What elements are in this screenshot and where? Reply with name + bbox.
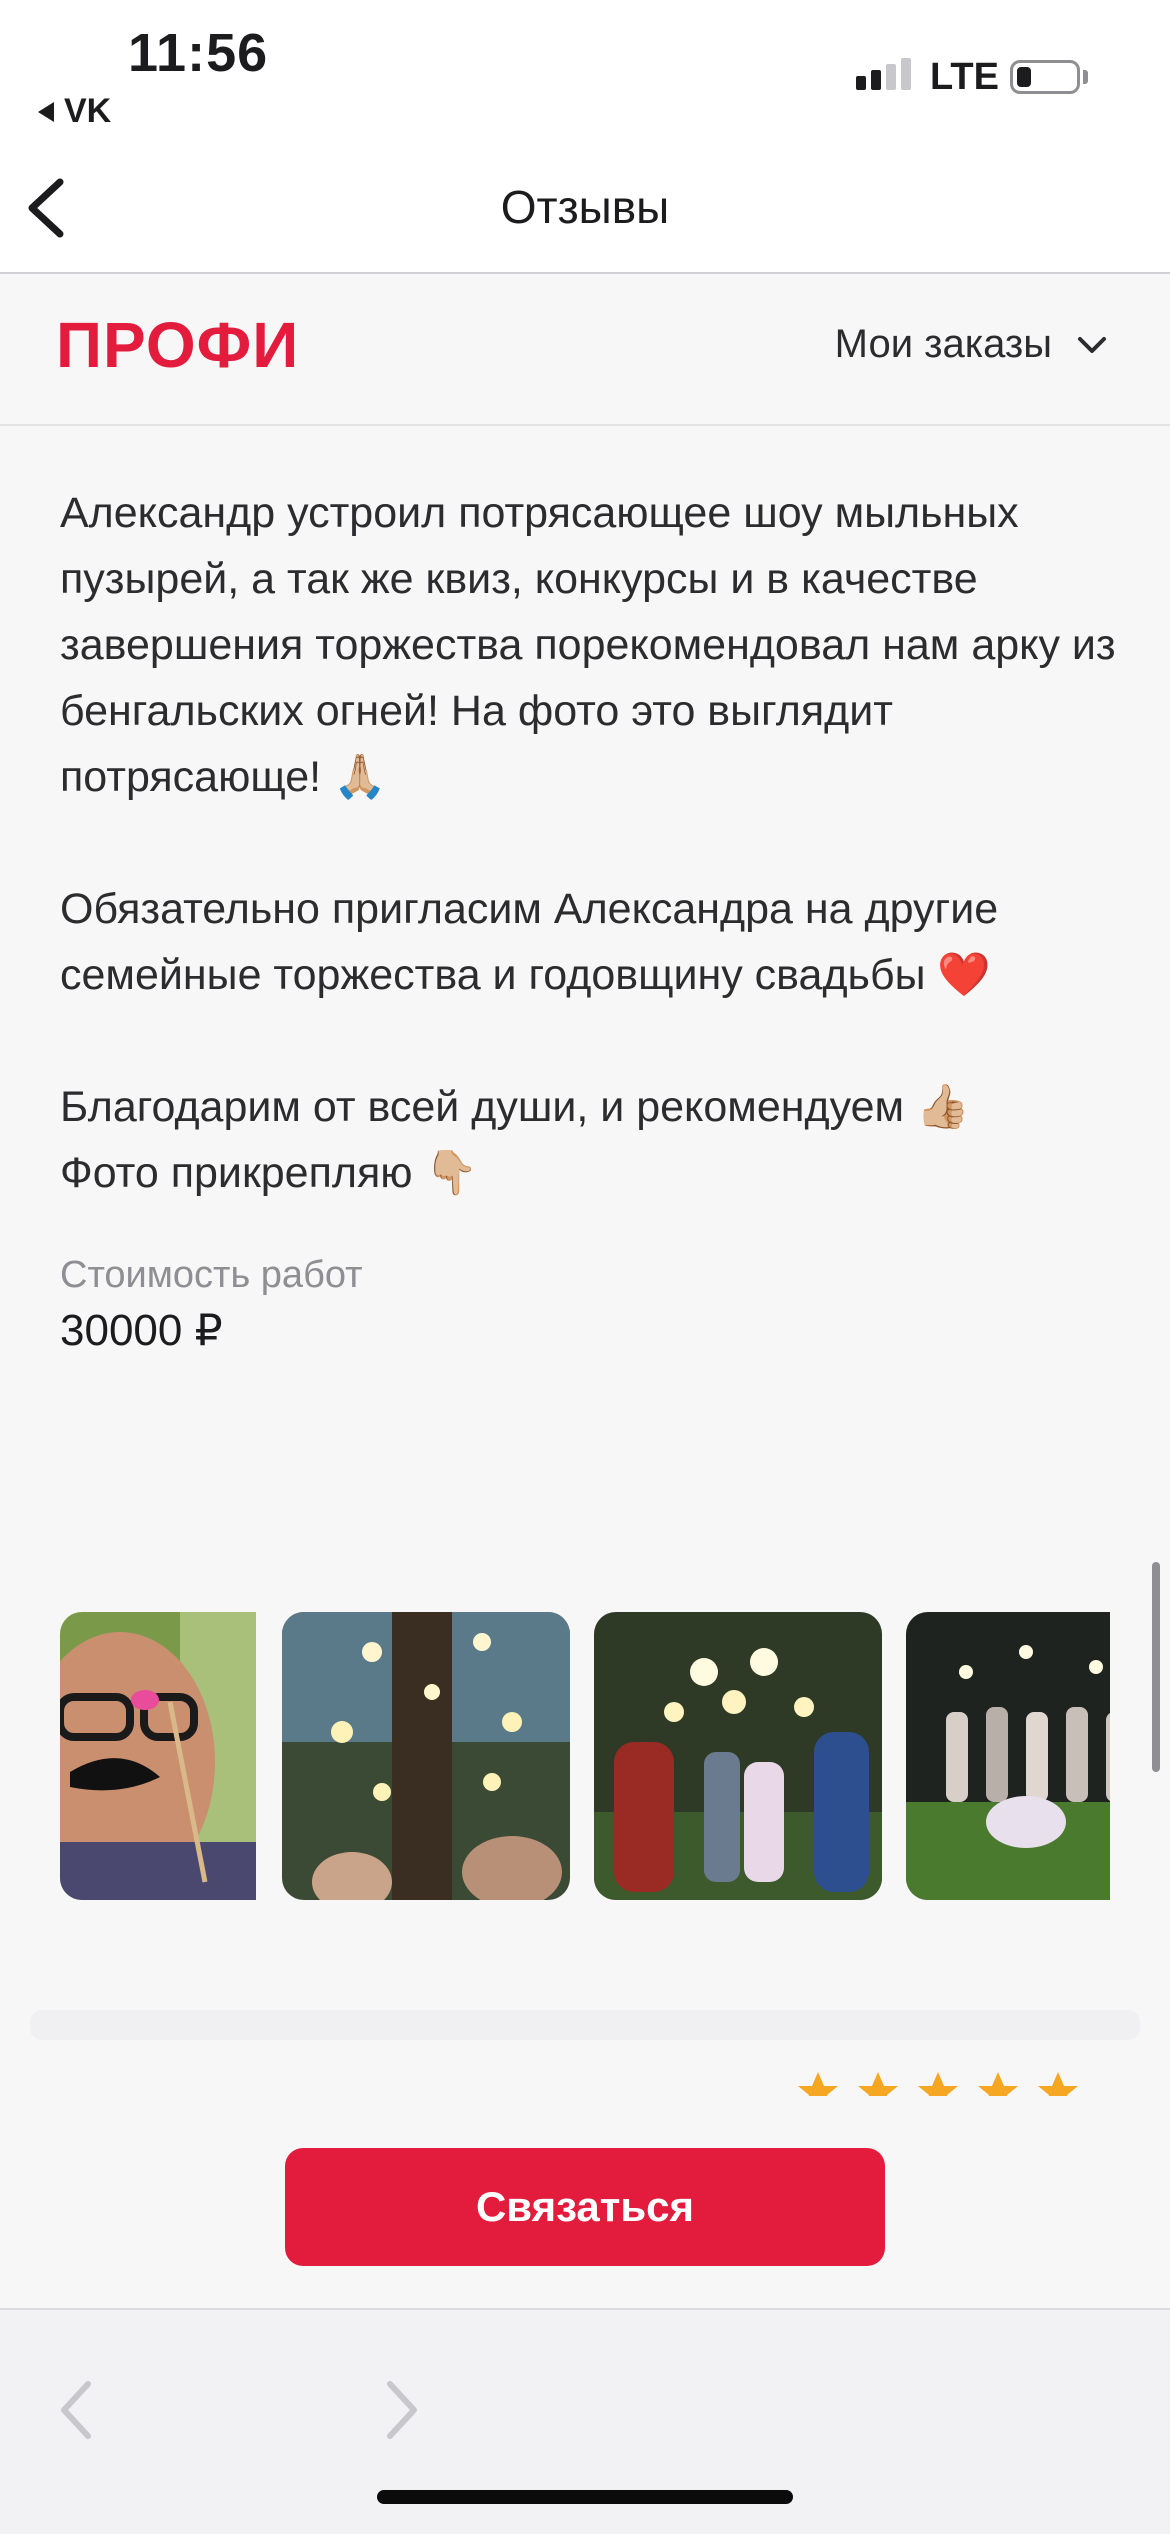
signal-strength-icon [856, 58, 911, 90]
chevron-right-icon [387, 2381, 417, 2439]
photo-thumbnail[interactable] [906, 1612, 1110, 1900]
star-icon [798, 2072, 838, 2096]
review-text: Александр устроил потрясающее шоу мыльны… [60, 489, 1116, 1197]
navigation-bar: Отзывы [0, 150, 1170, 274]
cost-label: Стоимость работ [60, 1254, 363, 1296]
photo-thumbnail[interactable] [60, 1612, 286, 1900]
browser-back-button[interactable] [48, 2370, 108, 2450]
battery-cap [1083, 70, 1088, 84]
status-bar: 11:56 VK LTE [0, 0, 1170, 150]
cost-value: 30000 ₽ [60, 1306, 223, 1355]
network-type: LTE [930, 56, 999, 98]
review-card: Александр устроил потрясающее шоу мыльны… [60, 480, 1120, 1356]
photo-thumbnail[interactable] [282, 1612, 570, 1900]
my-orders-label: Мои заказы [834, 322, 1052, 366]
chevron-left-icon [61, 2381, 91, 2439]
star-icon [918, 2072, 958, 2096]
rating-stars [794, 2068, 1082, 2096]
back-app-label: VK [64, 92, 112, 130]
star-icon [858, 2072, 898, 2096]
next-review-card [30, 2010, 1140, 2040]
contact-button[interactable]: Связаться [285, 2148, 885, 2266]
photo-newlyweds-sparkler-arch-icon [594, 1612, 882, 1900]
photo-man-with-mustache-prop-icon [60, 1612, 256, 1900]
photo-guests-on-lawn-icon [906, 1612, 1110, 1900]
photo-thumbnail[interactable] [594, 1612, 882, 1900]
chevron-down-icon [1078, 336, 1106, 353]
scroll-indicator[interactable] [1152, 1562, 1160, 1772]
star-icon [1038, 2072, 1078, 2096]
star-icon [978, 2072, 1018, 2096]
review-photos-carousel[interactable] [60, 1612, 1110, 1902]
battery-icon [1010, 60, 1080, 94]
photo-sparklers-trees-icon [282, 1612, 570, 1900]
back-to-app-link[interactable]: VK [38, 92, 111, 131]
site-header: ПРОФИ Мои заказы [0, 274, 1170, 426]
page-title: Отзывы [500, 181, 670, 233]
status-time: 11:56 [128, 23, 269, 83]
browser-forward-button[interactable] [370, 2370, 430, 2450]
home-indicator[interactable] [377, 2490, 793, 2504]
my-orders-dropdown[interactable]: Мои заказы [835, 322, 1108, 367]
profi-logo[interactable]: ПРОФИ [56, 308, 299, 382]
back-triangle-icon [38, 101, 54, 122]
